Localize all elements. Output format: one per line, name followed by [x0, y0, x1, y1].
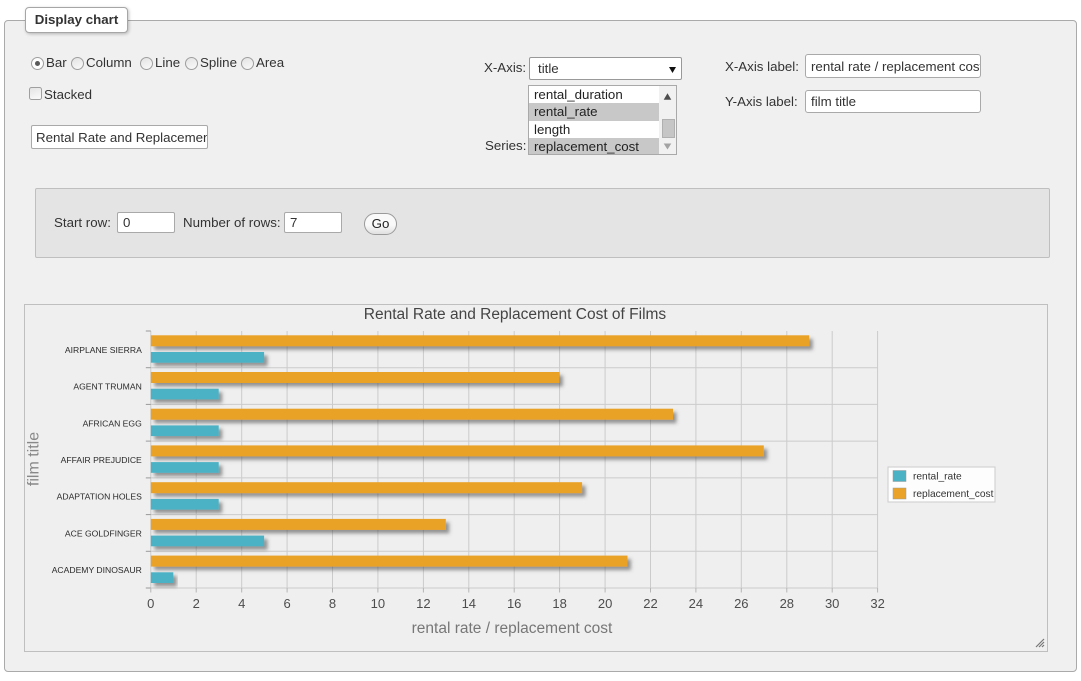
- svg-text:ACE GOLDFINGER: ACE GOLDFINGER: [65, 528, 142, 538]
- svg-text:8: 8: [329, 596, 336, 611]
- svg-text:10: 10: [371, 596, 385, 611]
- svg-text:Rental Rate and Replacement Co: Rental Rate and Replacement Cost of Film…: [364, 306, 667, 323]
- svg-text:AFFAIR PREJUDICE: AFFAIR PREJUDICE: [61, 455, 142, 465]
- svg-text:22: 22: [643, 596, 657, 611]
- svg-text:AFRICAN EGG: AFRICAN EGG: [83, 418, 143, 428]
- svg-text:24: 24: [689, 596, 703, 611]
- svg-text:26: 26: [734, 596, 748, 611]
- svg-text:6: 6: [283, 596, 290, 611]
- svg-text:replacement_cost: replacement_cost: [913, 489, 994, 500]
- svg-text:rental_rate: rental_rate: [913, 472, 962, 483]
- svg-text:28: 28: [780, 596, 794, 611]
- svg-text:30: 30: [825, 596, 839, 611]
- svg-text:16: 16: [507, 596, 521, 611]
- svg-text:0: 0: [147, 596, 154, 611]
- svg-text:18: 18: [552, 596, 566, 611]
- svg-text:ADAPTATION HOLES: ADAPTATION HOLES: [57, 492, 142, 502]
- svg-text:film title: film title: [26, 432, 43, 486]
- svg-text:AGENT TRUMAN: AGENT TRUMAN: [73, 382, 141, 392]
- svg-text:4: 4: [238, 596, 245, 611]
- svg-text:2: 2: [193, 596, 200, 611]
- svg-text:32: 32: [870, 596, 884, 611]
- svg-text:12: 12: [416, 596, 430, 611]
- svg-text:14: 14: [462, 596, 476, 611]
- svg-text:20: 20: [598, 596, 612, 611]
- svg-text:rental rate / replacement cost: rental rate / replacement cost: [412, 620, 613, 637]
- svg-text:AIRPLANE SIERRA: AIRPLANE SIERRA: [65, 345, 142, 355]
- svg-text:ACADEMY DINOSAUR: ACADEMY DINOSAUR: [52, 565, 142, 575]
